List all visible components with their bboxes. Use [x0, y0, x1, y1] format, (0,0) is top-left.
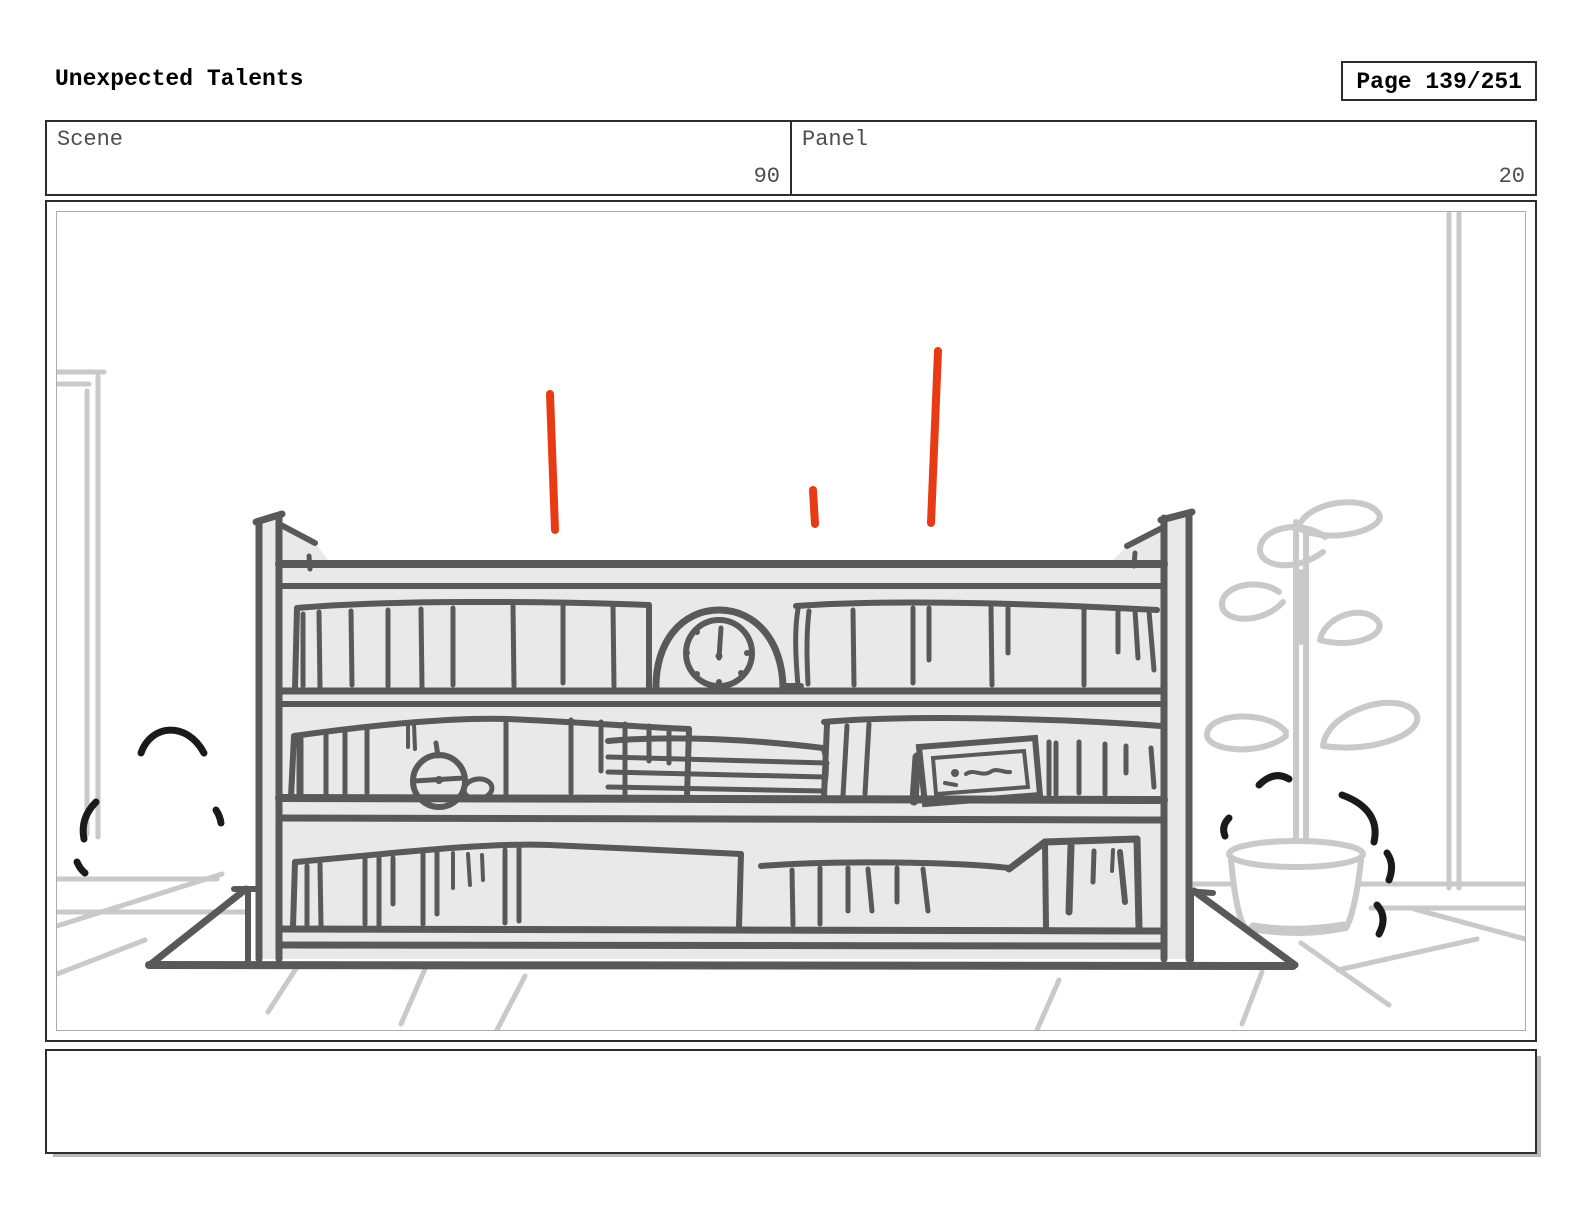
- scene-cell: Scene 90: [47, 122, 790, 194]
- storyboard-panel: [45, 200, 1537, 1042]
- page-indicator: Page 139/251: [1341, 61, 1537, 101]
- scene-label: Scene: [57, 127, 124, 152]
- storyboard-sketch: [57, 212, 1525, 1030]
- panel-cell: Panel 20: [790, 122, 1535, 194]
- bookshelf: [252, 508, 1196, 963]
- scene-value: 90: [753, 164, 780, 189]
- meta-row: Scene 90 Panel 20: [45, 120, 1537, 196]
- panel-value: 20: [1498, 164, 1525, 189]
- drawing-area: [56, 211, 1526, 1031]
- project-title: Unexpected Talents: [55, 66, 304, 92]
- potted-plant: [1204, 499, 1421, 936]
- red-motion-lines: [546, 347, 942, 534]
- panel-label: Panel: [802, 127, 869, 152]
- notes-box: [45, 1049, 1537, 1154]
